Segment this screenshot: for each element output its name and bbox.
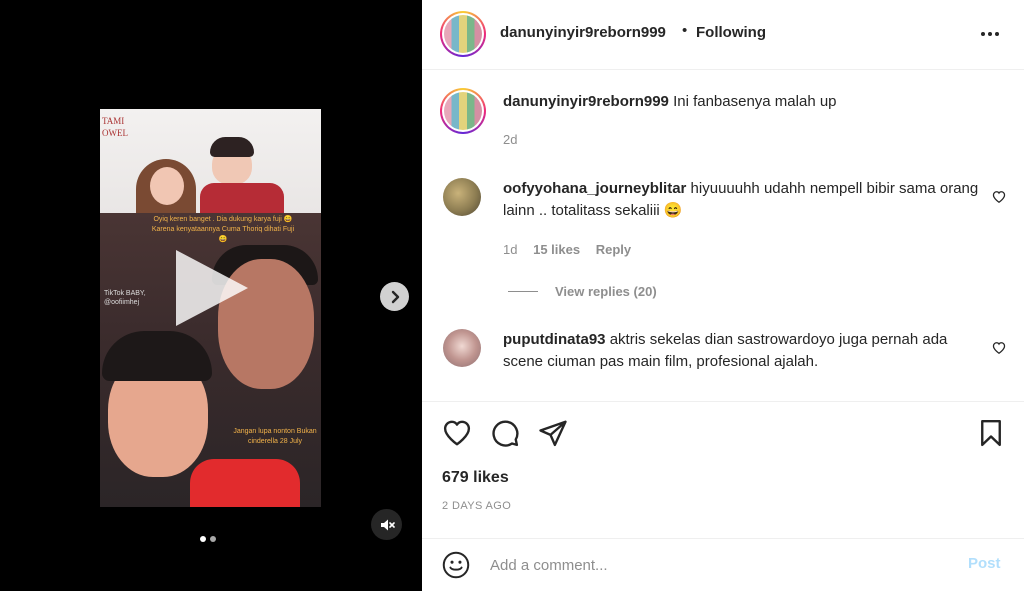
watermark-text: BABY, (125, 290, 146, 297)
carousel-dot (210, 536, 216, 542)
view-replies-line (508, 291, 538, 292)
carousel-indicator (200, 536, 216, 542)
caption-age: 2d (503, 132, 518, 147)
wall-text-1: TAMI (102, 116, 125, 126)
post-side-panel: danunyinyir9reborn999 • Following danuny… (422, 0, 1024, 591)
play-icon[interactable] (176, 250, 248, 326)
video-caption-bottom: Jangan lupa nonton Bukan cinderella 28 J… (233, 428, 317, 445)
post-actions: 679 likes 2 DAYS AGO (422, 401, 1024, 538)
reply-button[interactable]: Reply (596, 242, 631, 257)
like-heart-icon[interactable] (442, 418, 472, 448)
comment-like-heart-icon[interactable] (992, 190, 1006, 204)
caption-username[interactable]: danunyinyir9reborn999 (503, 93, 669, 110)
boy-figure (200, 137, 284, 213)
caption-text-block: danunyinyir9reborn999 Ini fanbasenya mal… (503, 91, 983, 113)
post-comment-button[interactable]: Post (968, 555, 1001, 572)
tiktok-logo: TikTok (104, 290, 124, 297)
header-separator: • (682, 22, 688, 39)
muted-speaker-icon (380, 519, 395, 530)
comment-username[interactable]: puputdinata93 (503, 331, 606, 348)
comment-meta: 1d 15 likes Reply (503, 242, 631, 257)
post-date: 2 DAYS AGO (442, 500, 512, 512)
more-options-icon[interactable] (978, 22, 1002, 46)
chevron-right-icon (391, 290, 399, 303)
tiktok-watermark: TikTok BABY, @oofiimhej (104, 289, 146, 307)
comment-likes[interactable]: 15 likes (533, 242, 580, 257)
author-avatar[interactable] (440, 11, 486, 57)
watermark-handle: @oofiimhej (104, 299, 140, 306)
comments-section: danunyinyir9reborn999 Ini fanbasenya mal… (422, 71, 1024, 401)
girl-face (150, 167, 184, 205)
post-header: danunyinyir9reborn999 • Following (422, 0, 1024, 70)
comment-age: 1d (503, 242, 518, 257)
comment-text-block: oofyyohana_journeyblitar hiyuuuuhh udahh… (503, 178, 983, 222)
mute-button[interactable] (371, 509, 402, 540)
caption-text: Ini fanbasenya malah up (673, 93, 837, 110)
next-slide-button[interactable] (380, 282, 409, 311)
emoji-icon[interactable] (442, 551, 470, 579)
caption-author-avatar[interactable] (440, 88, 486, 134)
view-replies-button[interactable]: View replies (20) (555, 284, 657, 299)
video-caption-top: Oyiq keren banget . Dia dukung karya fuj… (151, 216, 295, 243)
comment-bubble-icon[interactable] (490, 418, 520, 448)
comment-input[interactable] (490, 553, 930, 577)
save-bookmark-icon[interactable] (976, 418, 1006, 448)
carousel-dot-active (200, 536, 206, 542)
following-button[interactable]: Following (696, 24, 766, 41)
likes-count[interactable]: 679 likes (442, 469, 509, 487)
comment-text-block: puputdinata93 aktris sekelas dian sastro… (503, 329, 983, 373)
comment-username[interactable]: oofyyohana_journeyblitar (503, 180, 686, 197)
commenter-avatar[interactable] (443, 329, 481, 367)
man-figure (100, 331, 300, 507)
post-media: TAMI OWEL Oyiq keren banget . Dia dukung … (0, 0, 422, 591)
comment-composer: Post (422, 538, 1024, 591)
wall-text-2: OWEL (102, 128, 128, 138)
comment-like-heart-icon[interactable] (992, 341, 1006, 355)
commenter-avatar[interactable] (443, 178, 481, 216)
author-username[interactable]: danunyinyir9reborn999 (500, 24, 666, 41)
video-frame-top: TAMI OWEL (100, 109, 321, 213)
share-send-icon[interactable] (538, 418, 568, 448)
